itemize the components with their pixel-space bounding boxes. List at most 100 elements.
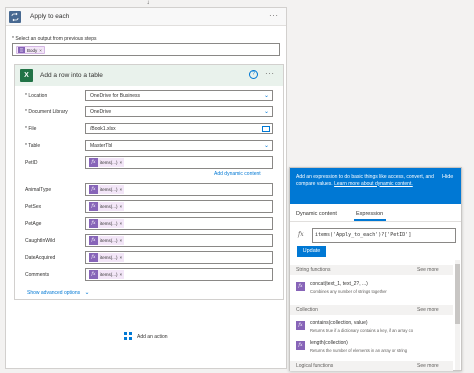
fx-icon: fx [89, 185, 98, 194]
expression-input[interactable]: items('Apply_to_each')?['PetID'] [312, 228, 456, 243]
remove-token-icon[interactable]: × [119, 158, 125, 167]
location-label: * Location [25, 93, 48, 99]
update-button[interactable]: Update [297, 246, 326, 257]
apply-to-each-header[interactable]: Apply to each ··· [6, 8, 286, 26]
string-functions-header: String functions See more [290, 265, 453, 275]
items-token[interactable]: fx items(...) × [89, 158, 125, 167]
function-name: concat(text_1, text_2?, ...) [310, 281, 368, 287]
show-advanced-options-link[interactable]: Show advanced options ⌄ [27, 289, 90, 296]
animal-type-label: AnimalType [25, 187, 52, 193]
pet-sex-field[interactable]: fx items(...) × [85, 200, 273, 213]
remove-token-icon[interactable]: × [39, 48, 42, 53]
petid-label: PetID [25, 160, 38, 166]
comments-label: Comments [25, 272, 50, 278]
add-row-header[interactable]: X Add a row into a table ? ··· [15, 65, 283, 86]
hide-button[interactable]: Hide [442, 174, 453, 180]
chevron-down-icon: ⌄ [264, 143, 270, 149]
remove-token-icon[interactable]: × [119, 270, 125, 279]
panel-scrollbar[interactable] [455, 260, 460, 370]
logical-functions-header: Logical functions See more [290, 361, 453, 371]
add-action-icon[interactable] [123, 331, 133, 341]
add-row-card: X Add a row into a table ? ··· * Locatio… [14, 64, 284, 300]
file-value: /Book1.xlsx [90, 126, 116, 132]
tab-expression[interactable]: Expression [356, 211, 383, 217]
collection-header: Collection See more [290, 305, 453, 315]
items-token[interactable]: fx items(...) × [89, 202, 125, 211]
pet-age-field[interactable]: fx items(...) × [85, 217, 273, 230]
document-library-label: * Document Library [25, 109, 68, 115]
function-description: Combines any number of strings together [310, 289, 387, 294]
remove-token-icon[interactable]: × [119, 253, 125, 262]
see-more-link[interactable]: See more [417, 363, 439, 369]
add-dynamic-content-link[interactable]: Add dynamic content [214, 171, 261, 177]
add-row-title: Add a row into a table [40, 72, 103, 79]
help-icon[interactable]: ? [249, 70, 258, 79]
document-library-value: OneDrive [90, 109, 112, 115]
function-item-concat[interactable]: fx concat(text_1, text_2?, ...) Combines… [296, 280, 451, 298]
fx-icon: fx [298, 231, 304, 238]
items-token[interactable]: fx items(...) × [89, 185, 125, 194]
function-name: contains(collection, value) [310, 320, 368, 326]
items-token[interactable]: fx items(...) × [89, 253, 125, 262]
remove-token-icon[interactable]: × [119, 185, 125, 194]
section-title: String functions [296, 267, 331, 273]
table-label: * Table [25, 143, 41, 149]
remove-token-icon[interactable]: × [119, 202, 125, 211]
tab-dynamic-content[interactable]: Dynamic content [296, 211, 337, 217]
document-library-dropdown[interactable]: OneDrive ⌄ [85, 106, 273, 117]
items-token-label: items(...) [98, 185, 120, 194]
pet-sex-label: PetSex [25, 204, 42, 210]
folder-icon[interactable] [262, 126, 270, 132]
file-field[interactable]: /Book1.xlsx [85, 123, 273, 134]
apply-to-each-card: Apply to each ··· * Select an output fro… [5, 7, 287, 369]
select-output-field[interactable]: ◫ Body × [12, 43, 280, 56]
function-item-contains[interactable]: fx contains(collection, value) Returns t… [296, 319, 451, 337]
caught-in-wild-field[interactable]: fx items(...) × [85, 234, 273, 247]
items-token[interactable]: fx items(...) × [89, 236, 125, 245]
pet-age-label: PetAge [25, 221, 42, 227]
banner-text: Add an expression to do basic things lik… [296, 174, 436, 187]
fx-icon: fx [89, 270, 98, 279]
chevron-down-icon: ⌄ [264, 109, 270, 115]
see-more-link[interactable]: See more [417, 307, 439, 313]
items-token-label: items(...) [98, 270, 120, 279]
table-dropdown[interactable]: MasterTbl ⌄ [85, 140, 273, 151]
items-token-label: items(...) [98, 202, 120, 211]
function-description: Returns the number of elements in an arr… [310, 348, 408, 353]
connector-arrow-icon: ↓ [146, 0, 150, 6]
items-token[interactable]: fx items(...) × [89, 219, 125, 228]
show-advanced-options-label: Show advanced options [27, 290, 81, 296]
function-description: Returns true if a dictionary contains a … [310, 328, 414, 333]
apply-to-each-title: Apply to each [30, 13, 70, 20]
add-action-link[interactable]: Add an action [137, 334, 168, 340]
items-token[interactable]: fx items(...) × [89, 270, 125, 279]
see-more-link[interactable]: See more [417, 267, 439, 273]
function-item-length[interactable]: fx length(collection) Returns the number… [296, 339, 451, 357]
expression-value: items('Apply_to_each')?['PetID'] [315, 232, 412, 238]
body-token-label: Body [27, 47, 38, 53]
remove-token-icon[interactable]: × [119, 219, 125, 228]
body-token[interactable]: ◫ Body × [16, 46, 45, 54]
fx-icon: fx [296, 321, 305, 330]
remove-token-icon[interactable]: × [119, 236, 125, 245]
excel-icon: X [20, 69, 33, 82]
tab-divider [290, 221, 461, 222]
scrollbar-thumb[interactable] [455, 264, 460, 324]
add-row-more-options-icon[interactable]: ··· [265, 70, 275, 78]
learn-more-link[interactable]: Learn more about dynamic content. [334, 181, 413, 187]
section-title: Logical functions [296, 363, 334, 369]
comments-field[interactable]: fx items(...) × [85, 268, 273, 281]
date-acquired-field[interactable]: fx items(...) × [85, 251, 273, 264]
items-token-label: items(...) [98, 158, 120, 167]
file-label: * File [25, 126, 37, 132]
items-token-label: items(...) [98, 253, 120, 262]
apply-more-options-icon[interactable]: ··· [269, 12, 279, 20]
fx-icon: fx [89, 236, 98, 245]
animal-type-field[interactable]: fx items(...) × [85, 183, 273, 196]
panel-banner: Add an expression to do basic things lik… [290, 168, 461, 204]
location-value: OneDrive for Business [90, 93, 141, 99]
location-dropdown[interactable]: OneDrive for Business ⌄ [85, 90, 273, 101]
fx-icon: fx [296, 341, 305, 350]
petid-field[interactable]: fx items(...) × [85, 156, 273, 169]
dynamic-content-panel: Add an expression to do basic things lik… [289, 167, 462, 371]
